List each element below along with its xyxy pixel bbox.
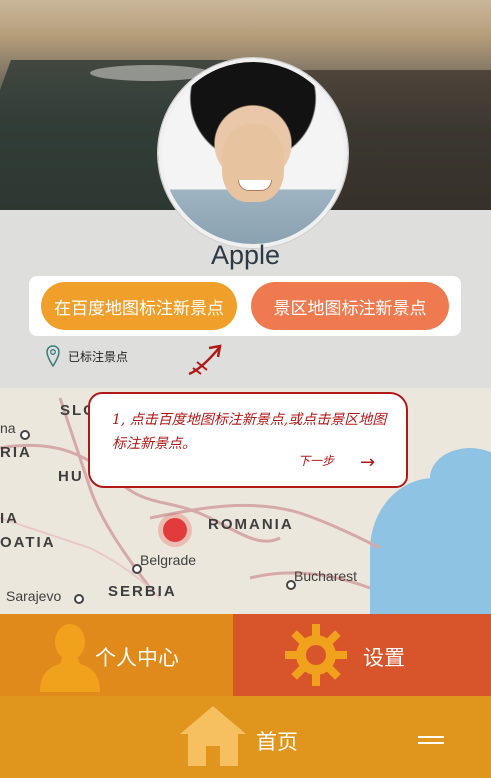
city-dot xyxy=(20,430,30,440)
map-label-ria: RIA xyxy=(0,444,32,461)
hint-note: 1, 点击百度地图标注新景点,或点击景区地图标注新景点。 下一步 → xyxy=(88,392,408,488)
map-label-romania: ROMANIA xyxy=(208,516,294,533)
hint-note-text: 1, 点击百度地图标注新景点,或点击景区地图标注新景点。 xyxy=(112,412,387,452)
settings-label: 设置 xyxy=(363,646,405,670)
action-buttons-container: 在百度地图标注新景点 景区地图标注新景点 xyxy=(29,276,461,336)
map-label-belgrade: Belgrade xyxy=(140,552,197,568)
home-bar: 首页 xyxy=(0,696,491,778)
city-dot xyxy=(74,594,84,604)
username: Apple xyxy=(210,240,281,270)
current-location-marker[interactable] xyxy=(163,518,187,542)
map-label-bucharest: Bucharest xyxy=(294,568,358,584)
map-label-oatia: OATIA xyxy=(0,534,56,551)
gear-icon xyxy=(285,624,347,686)
person-icon xyxy=(40,624,100,692)
map-label-serbia: SERBIA xyxy=(108,583,177,600)
map-label-hun: HU xyxy=(58,468,84,485)
marked-spots-link[interactable]: 已标注景点 xyxy=(46,345,128,367)
location-pin-icon xyxy=(46,345,60,367)
map-label-na: na xyxy=(0,420,16,436)
home-label[interactable]: 首页 xyxy=(256,726,298,756)
map-label-ia: IA xyxy=(0,510,19,527)
next-arrow-icon[interactable]: → xyxy=(360,452,375,473)
settings-button[interactable]: 设置 xyxy=(233,614,491,696)
home-icon[interactable] xyxy=(178,704,248,768)
baidu-map-mark-button[interactable]: 在百度地图标注新景点 xyxy=(41,282,237,330)
next-step-label[interactable]: 下一步 xyxy=(298,452,334,469)
personal-center-button[interactable]: 个人中心 xyxy=(0,614,233,696)
scenic-map-mark-button[interactable]: 景区地图标注新景点 xyxy=(251,282,449,330)
map-label-sarajevo: Sarajevo xyxy=(6,588,62,604)
marked-spots-label: 已标注景点 xyxy=(68,349,129,364)
personal-center-label: 个人中心 xyxy=(95,646,179,670)
menu-icon[interactable] xyxy=(418,736,444,748)
hint-arrow-icon xyxy=(188,344,222,376)
avatar[interactable] xyxy=(158,58,348,248)
